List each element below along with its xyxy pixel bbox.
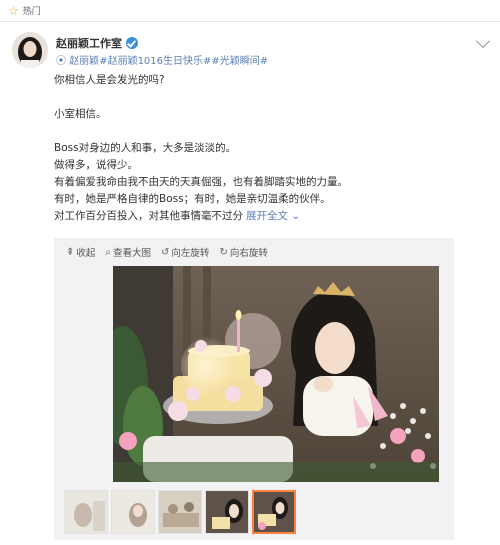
post-line: 你相信人是会发光的吗? xyxy=(54,74,165,86)
view-large-button[interactable]: ⌕ 查看大图 xyxy=(105,245,151,260)
hot-label: 热门 xyxy=(22,7,41,17)
verified-icon xyxy=(126,37,138,49)
thumbnail[interactable] xyxy=(205,490,249,534)
post-line: 有时，她是严格自律的Boss；有时，她是亲切温柔的伙伴。 xyxy=(54,193,331,205)
post-line: 做得多，说得少。 xyxy=(54,159,138,171)
thumbnail[interactable] xyxy=(111,490,155,534)
main-photo[interactable] xyxy=(113,266,439,482)
star-icon: ☆ xyxy=(8,3,19,18)
post-line: 小室相信。 xyxy=(54,108,107,120)
tag-link[interactable]: #光颖瞬间# xyxy=(211,56,268,67)
post-header: 赵丽颖工作室 ⦿ 赵丽颖#赵丽颖1016生日快乐##光颖瞬间# xyxy=(12,32,491,72)
thumbnail[interactable] xyxy=(158,490,202,534)
rotate-left-button[interactable]: ↺ 向左旋转 xyxy=(161,245,209,260)
thumbnail[interactable] xyxy=(64,490,108,534)
collapse-button[interactable]: ⇞ 收起 xyxy=(66,245,95,260)
thumbnail-active[interactable] xyxy=(252,490,296,534)
tag-link[interactable]: 赵丽颖 xyxy=(69,56,99,67)
rotate-right-icon: ↻ xyxy=(219,246,228,258)
rotate-left-icon: ↺ xyxy=(161,246,170,258)
tag-link[interactable]: #赵丽颖1016生日快乐# xyxy=(99,56,211,67)
expand-full-text-link[interactable]: 展开全文 ⌄ xyxy=(246,210,300,222)
hot-topbar: ☆ 热门 xyxy=(0,0,500,22)
thumbnail-strip xyxy=(64,490,296,534)
collapse-icon: ⇞ xyxy=(66,246,75,258)
rotate-right-button[interactable]: ↻ 向右旋转 xyxy=(219,245,267,260)
topic-tags: ⦿ 赵丽颖#赵丽颖1016生日快乐##光颖瞬间# xyxy=(56,52,268,67)
avatar[interactable] xyxy=(12,32,48,68)
username[interactable]: 赵丽颖工作室 xyxy=(56,35,138,51)
zoom-icon: ⌕ xyxy=(105,246,112,258)
chevron-down-icon[interactable] xyxy=(475,33,491,49)
post-text: 你相信人是会发光的吗? 小室相信。 Boss对身边的人和事，大多是淡淡的。 做得… xyxy=(54,72,474,225)
post-line: 有着偏爱我命由我不由天的天真倔强，也有着脚踏实地的力量。 xyxy=(54,176,348,188)
image-toolbar: ⇞ 收起 ⌕ 查看大图 ↺ 向左旋转 ↻ 向右旋转 xyxy=(54,238,454,266)
post-line: Boss对身边的人和事，大多是淡淡的。 xyxy=(54,142,237,154)
image-viewer: ⇞ 收起 ⌕ 查看大图 ↺ 向左旋转 ↻ 向右旋转 xyxy=(54,238,454,540)
location-icon: ⦿ xyxy=(56,56,66,67)
post-line: 对工作百分百投入，对其他事情毫不过分 展开全文 ⌄ xyxy=(54,210,301,222)
